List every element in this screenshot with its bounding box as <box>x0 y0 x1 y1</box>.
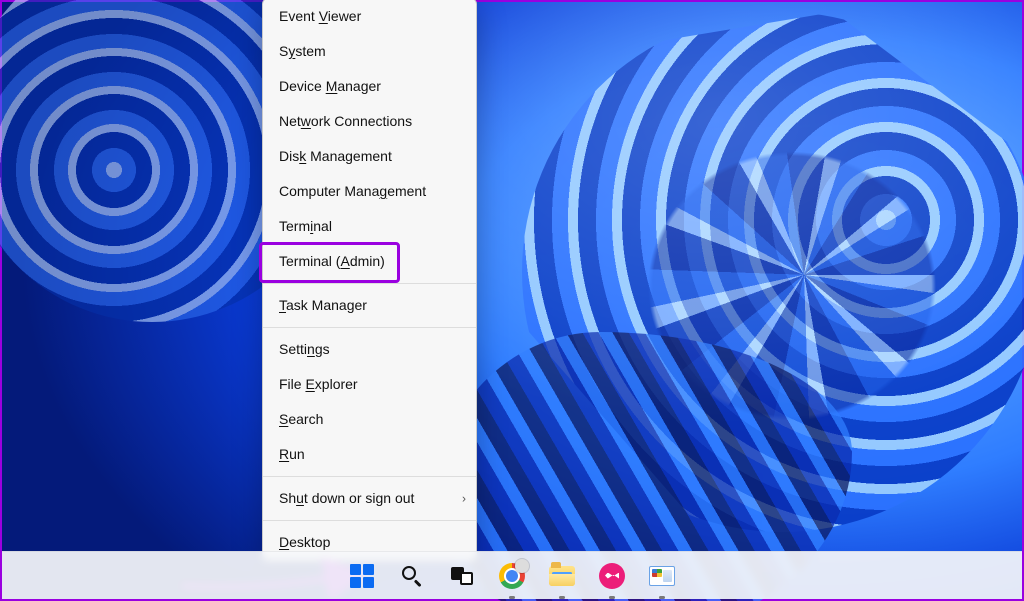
menu-item-label-post: anager <box>337 78 381 94</box>
menu-item-computer-management[interactable]: Computer Management <box>263 174 476 209</box>
taskbar-start-button[interactable] <box>342 556 382 596</box>
menu-item-label-post: ork Connections <box>311 113 412 129</box>
menu-item-label-post: stem <box>295 43 325 59</box>
taskbar-task-view-button[interactable] <box>442 556 482 596</box>
menu-item-label-post: t down or sign out <box>304 490 415 506</box>
menu-item-terminal[interactable]: Terminal <box>263 209 476 244</box>
power-user-menu: Event ViewerSystemDevice ManagerNetwork … <box>262 0 477 561</box>
windows-logo-icon <box>350 564 374 588</box>
chevron-right-icon: › <box>462 490 466 507</box>
menu-item-access-key: E <box>305 376 314 392</box>
taskbar-app-pink-button[interactable] <box>592 556 632 596</box>
menu-item-access-key: R <box>279 446 289 462</box>
menu-item-label-post: earch <box>288 411 323 427</box>
menu-item-label-post: esktop <box>289 534 330 550</box>
menu-item-label-post: gs <box>315 341 330 357</box>
menu-item-access-key: A <box>340 253 349 269</box>
menu-item-label-pre: File <box>279 376 305 392</box>
menu-item-system[interactable]: System <box>263 34 476 69</box>
menu-item-label-pre: Term <box>279 218 310 234</box>
menu-item-shutdown[interactable]: Shut down or sign out › <box>263 481 476 516</box>
file-explorer-icon <box>549 566 575 586</box>
menu-item-label-pre: Sh <box>279 490 296 506</box>
menu-item-label-post: xplorer <box>315 376 358 392</box>
menu-item-label-pre: Dis <box>279 148 299 164</box>
menu-item-access-key: w <box>301 113 311 129</box>
menu-item-terminal-admin[interactable]: Terminal (Admin) <box>263 244 476 279</box>
menu-item-label-pre: Event <box>279 8 319 24</box>
menu-item-event-viewer[interactable]: Event Viewer <box>263 0 476 34</box>
control-panel-icon <box>649 566 675 586</box>
menu-item-access-key: S <box>279 411 288 427</box>
menu-item-label-post: ement <box>387 183 426 199</box>
menu-item-label-post: un <box>289 446 305 462</box>
search-icon <box>401 565 423 587</box>
menu-separator <box>263 476 476 477</box>
taskbar-file-explorer-button[interactable] <box>542 556 582 596</box>
task-view-icon <box>451 567 473 585</box>
menu-item-access-key: u <box>296 490 304 506</box>
menu-item-settings[interactable]: Settings <box>263 332 476 367</box>
menu-item-label-post: nal <box>313 218 332 234</box>
menu-item-label-pre: S <box>279 43 288 59</box>
taskbar <box>2 551 1022 599</box>
menu-item-label-post: iewer <box>328 8 361 24</box>
menu-item-label-post: dmin) <box>350 253 385 269</box>
taskbar-control-panel-button[interactable] <box>642 556 682 596</box>
menu-item-device-manager[interactable]: Device Manager <box>263 69 476 104</box>
menu-item-label-post: ask Manager <box>286 297 367 313</box>
menu-item-label-pre: Net <box>279 113 301 129</box>
menu-separator <box>263 327 476 328</box>
desktop: Event ViewerSystemDevice ManagerNetwork … <box>0 0 1024 601</box>
menu-item-label-pre: Setti <box>279 341 307 357</box>
wallpaper <box>2 2 1022 599</box>
menu-item-disk-management[interactable]: Disk Management <box>263 139 476 174</box>
menu-item-label-post: Management <box>306 148 392 164</box>
menu-item-access-key: M <box>326 78 338 94</box>
chrome-icon <box>499 563 525 589</box>
menu-item-task-manager[interactable]: Task Manager <box>263 288 476 323</box>
taskbar-chrome-button[interactable] <box>492 556 532 596</box>
taskbar-search-button[interactable] <box>392 556 432 596</box>
menu-item-access-key: V <box>319 8 328 24</box>
menu-item-network-connections[interactable]: Network Connections <box>263 104 476 139</box>
menu-separator <box>263 283 476 284</box>
menu-item-label-pre: Computer Mana <box>279 183 379 199</box>
menu-item-access-key: n <box>307 341 315 357</box>
menu-item-run[interactable]: Run <box>263 437 476 472</box>
menu-item-access-key: D <box>279 534 289 550</box>
menu-separator <box>263 520 476 521</box>
menu-item-label-pre: Terminal ( <box>279 253 340 269</box>
menu-item-label-pre: Device <box>279 78 326 94</box>
menu-item-file-explorer[interactable]: File Explorer <box>263 367 476 402</box>
menu-item-access-key: T <box>279 297 286 313</box>
menu-item-search[interactable]: Search <box>263 402 476 437</box>
app-icon <box>599 563 625 589</box>
